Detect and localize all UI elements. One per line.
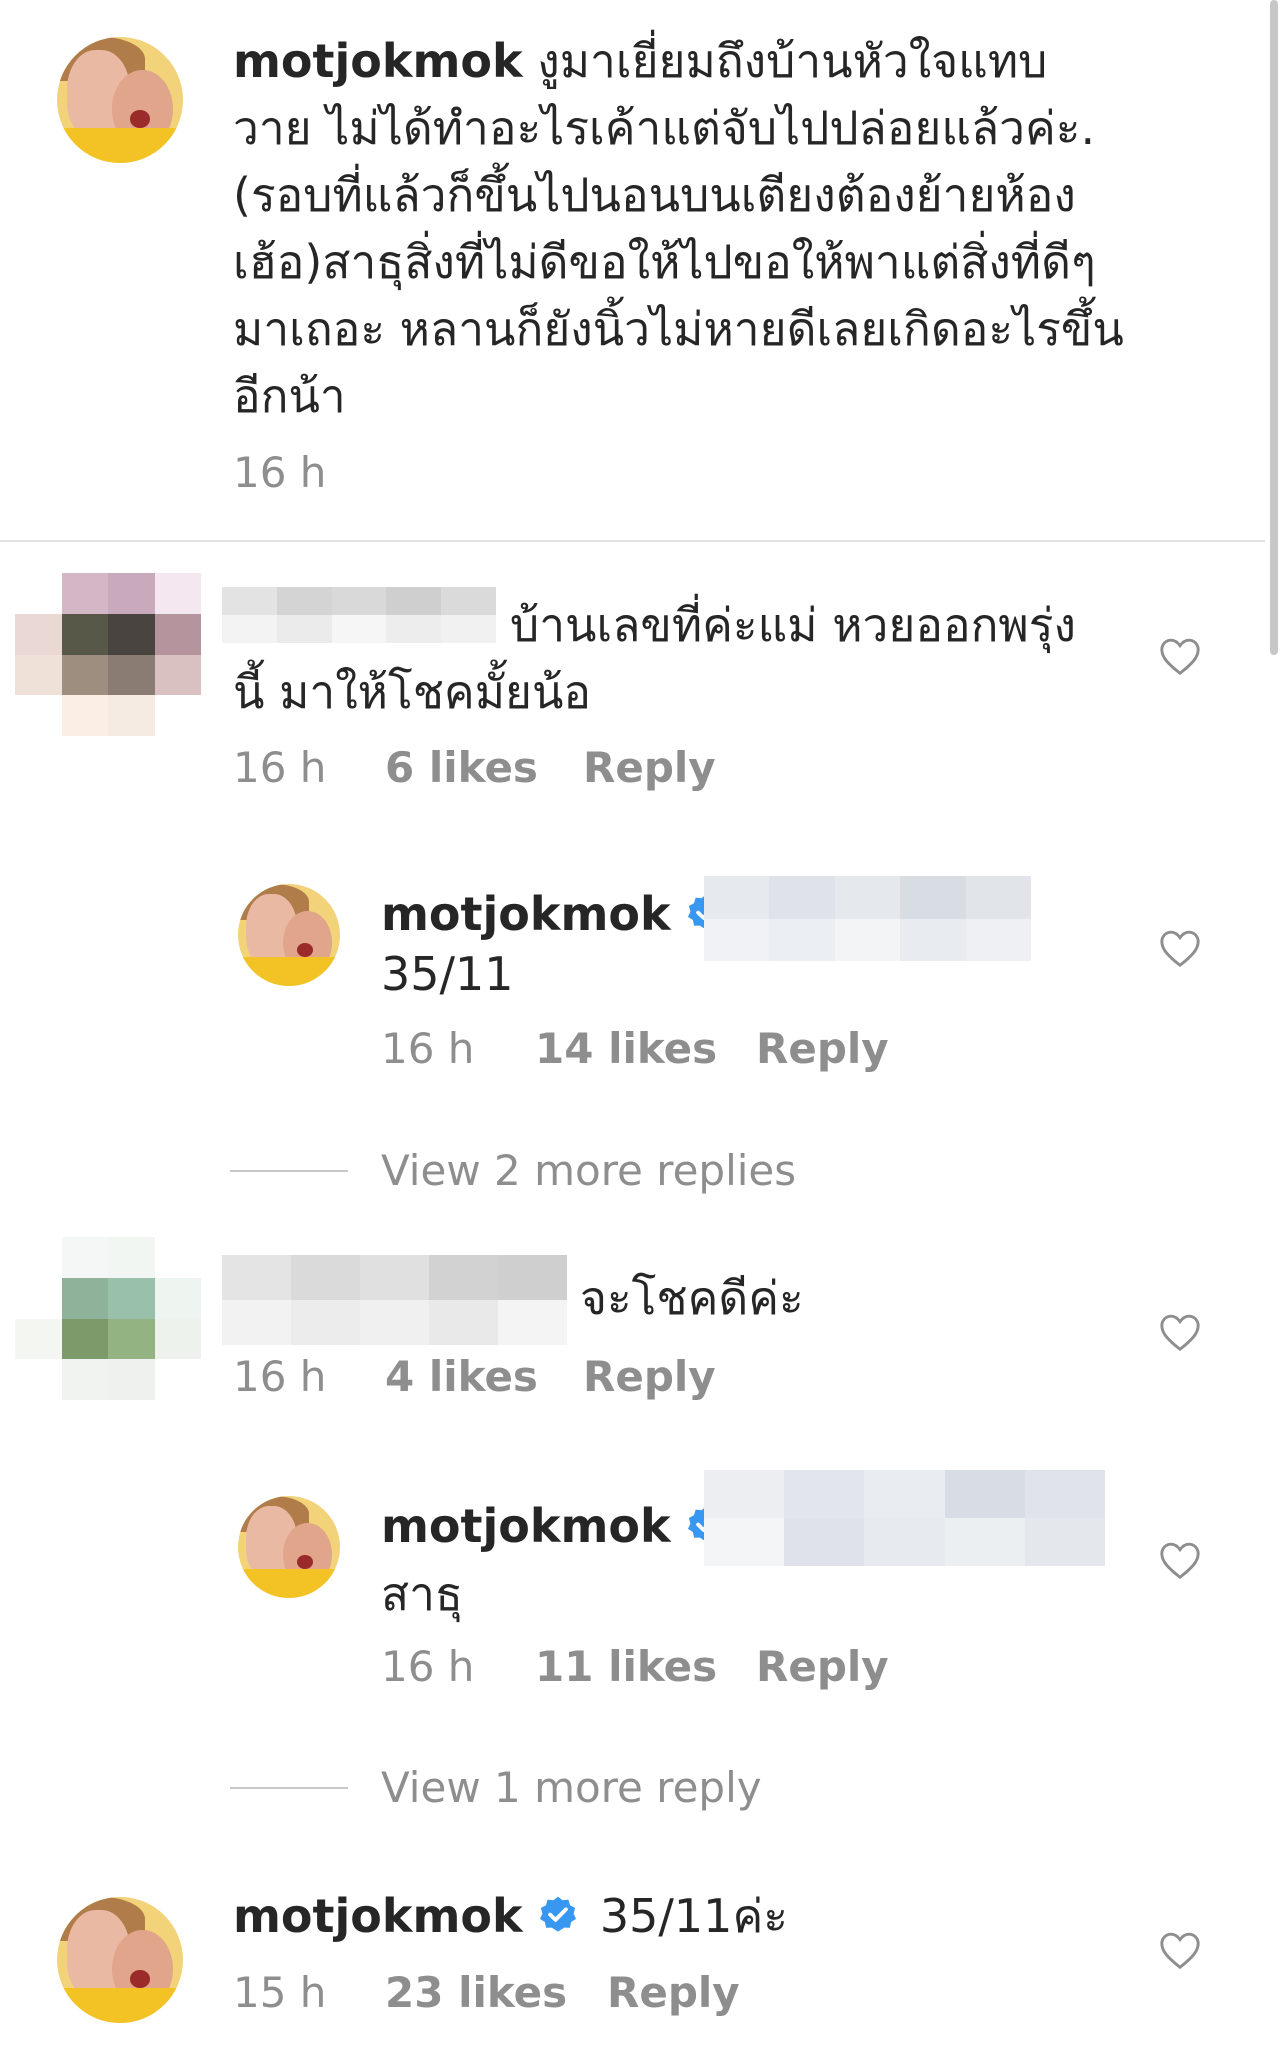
- view-replies-line: [230, 1787, 348, 1789]
- comment-text: นี้ มาให้โชคมั้ยน้อ: [233, 665, 592, 719]
- avatar-blurred[interactable]: [15, 1237, 201, 1441]
- comment-header: motjokmok 35/11ค่ะ: [233, 1886, 788, 1946]
- divider: [0, 540, 1265, 542]
- reply-header: motjokmok: [381, 1496, 727, 1556]
- heart-icon[interactable]: [1158, 928, 1202, 968]
- reply-button[interactable]: Reply: [756, 1024, 889, 1073]
- reply-button[interactable]: Reply: [607, 1968, 740, 2017]
- heart-icon[interactable]: [1158, 1312, 1202, 1352]
- blurred-username: [222, 587, 496, 643]
- comment-username[interactable]: motjokmok: [233, 1889, 523, 1943]
- scrollbar[interactable]: [1270, 0, 1278, 655]
- heart-icon[interactable]: [1158, 1930, 1202, 1970]
- view-replies-line: [230, 1170, 348, 1172]
- verified-badge-icon: [540, 1896, 577, 1932]
- avatar[interactable]: [238, 1496, 340, 1598]
- comment-text: บ้านเลขที่ค่ะแม่ หวยออกพรุ่ง: [510, 598, 1076, 652]
- reply-button[interactable]: Reply: [583, 743, 716, 792]
- comment-likes[interactable]: 6 likes: [385, 743, 538, 792]
- reply-timestamp: 16 h: [381, 1642, 475, 1691]
- reply-timestamp: 16 h: [381, 1024, 475, 1073]
- reply-header: motjokmok: [381, 884, 727, 944]
- avatar[interactable]: [238, 884, 340, 986]
- comment-text: จะโชคดีค่ะ: [580, 1271, 804, 1325]
- reply-text: สาธุ: [381, 1567, 463, 1621]
- reply-username[interactable]: motjokmok: [381, 1499, 671, 1553]
- view-more-replies[interactable]: View 2 more replies: [381, 1146, 796, 1195]
- avatar[interactable]: [57, 1897, 183, 2023]
- avatar[interactable]: [57, 37, 183, 163]
- blurred-username: [222, 1255, 567, 1345]
- reply-button[interactable]: Reply: [583, 1352, 716, 1401]
- caption-username[interactable]: motjokmok: [233, 34, 523, 88]
- comment-likes[interactable]: 4 likes: [385, 1352, 538, 1401]
- blurred-mention: [704, 876, 1032, 961]
- reply-text: 35/11: [381, 947, 514, 1001]
- heart-icon[interactable]: [1158, 1540, 1202, 1580]
- reply-username[interactable]: motjokmok: [381, 887, 671, 941]
- avatar-blurred[interactable]: [15, 573, 201, 777]
- comment-timestamp: 16 h: [233, 1352, 327, 1401]
- reply-likes[interactable]: 14 likes: [535, 1024, 717, 1073]
- comment-timestamp: 15 h: [233, 1968, 327, 2017]
- caption-timestamp: 16 h: [233, 448, 327, 497]
- heart-icon[interactable]: [1158, 636, 1202, 676]
- comment-timestamp: 16 h: [233, 743, 327, 792]
- reply-button[interactable]: Reply: [756, 1642, 889, 1691]
- caption-text: motjokmok งูมาเยี่ยมถึงบ้านหัวใจแทบ วาย …: [233, 34, 1124, 423]
- comment-likes[interactable]: 23 likes: [385, 1968, 567, 2017]
- reply-likes[interactable]: 11 likes: [535, 1642, 717, 1691]
- blurred-mention: [704, 1470, 1106, 1566]
- view-more-replies[interactable]: View 1 more reply: [381, 1763, 762, 1812]
- comment-text: 35/11ค่ะ: [599, 1889, 788, 1943]
